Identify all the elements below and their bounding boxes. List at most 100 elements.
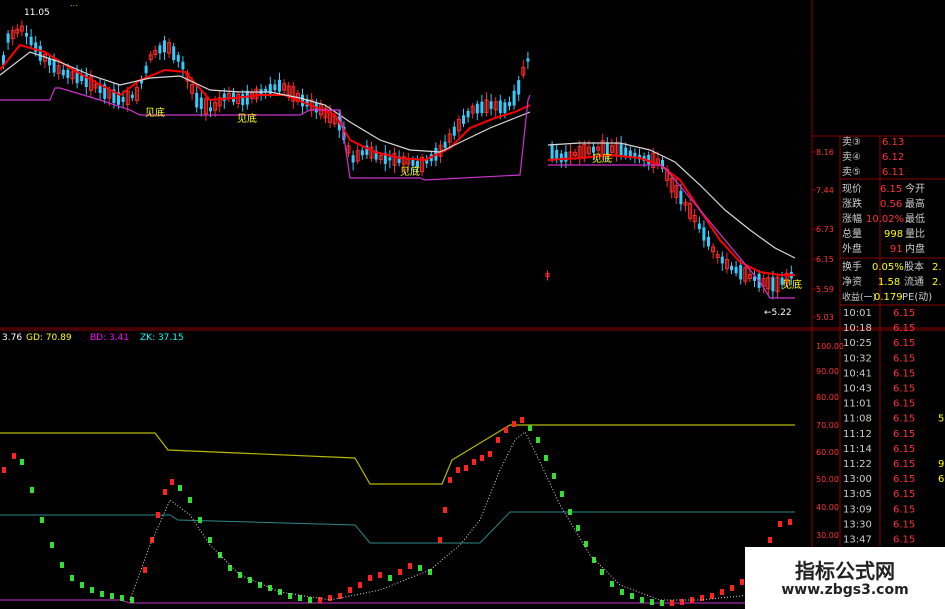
oscillator-bar bbox=[398, 569, 402, 575]
oscillator-bar bbox=[120, 595, 124, 601]
oscillator-bar bbox=[660, 600, 664, 606]
readout-zk: ZK: 37.15 bbox=[140, 333, 184, 343]
candle-body bbox=[6, 33, 10, 43]
candle-body bbox=[517, 80, 521, 95]
quote-label: 今开 bbox=[905, 182, 925, 195]
tick-time: 10:25 bbox=[843, 338, 872, 349]
candle-body bbox=[121, 97, 125, 102]
quote-row: 收益(一) 0.179 PE(动) bbox=[842, 291, 932, 303]
quote-label: 总量 bbox=[842, 227, 862, 240]
candle-body bbox=[278, 79, 281, 92]
candle-body bbox=[512, 90, 516, 106]
tick-price: 6.15 bbox=[893, 489, 915, 500]
oscillator-bar bbox=[730, 585, 734, 591]
candle-body bbox=[163, 40, 166, 53]
candle-body bbox=[489, 101, 493, 109]
candle-body bbox=[605, 142, 609, 155]
oscillator-bar bbox=[520, 417, 524, 423]
quote-label: 涨幅 bbox=[842, 212, 862, 225]
candle-body bbox=[241, 94, 245, 105]
candle-body bbox=[498, 100, 502, 114]
oscillator-bar bbox=[552, 473, 556, 479]
tick-price: 6.15 bbox=[893, 474, 915, 485]
oscillator-bar bbox=[720, 589, 724, 595]
sell-label: 卖⑤ bbox=[842, 166, 861, 178]
candle-body bbox=[592, 146, 595, 153]
quote-label: 涨跌 bbox=[842, 197, 862, 210]
tick-price: 6.15 bbox=[893, 459, 915, 470]
tick-volume: 6 bbox=[938, 474, 944, 485]
tick-time: 10:32 bbox=[843, 353, 872, 364]
quote-label: 内盘 bbox=[905, 242, 925, 255]
tick-price: 6.15 bbox=[893, 323, 915, 334]
candle-body bbox=[564, 151, 568, 162]
quote-value: 91 bbox=[890, 244, 903, 255]
quote-row: 涨跌 0.56 最高 bbox=[842, 197, 925, 210]
candle-body bbox=[351, 155, 355, 163]
tick-time: 13:09 bbox=[843, 504, 872, 515]
tick-price: 6.15 bbox=[893, 414, 915, 425]
oscillator-bar bbox=[680, 599, 684, 605]
indicator-axis-label: 80.00 bbox=[816, 393, 839, 402]
tick-time: 10:01 bbox=[843, 308, 872, 319]
quote-value: 10.02% bbox=[866, 214, 904, 225]
oscillator-bar bbox=[348, 587, 352, 593]
candle-body bbox=[466, 110, 470, 118]
candle-body bbox=[25, 32, 28, 37]
candle-body bbox=[158, 45, 162, 54]
quote-value: 2. bbox=[932, 277, 942, 288]
oscillator-bar bbox=[60, 562, 64, 568]
oscillator-bar bbox=[788, 519, 792, 525]
oscillator-bar bbox=[12, 453, 16, 459]
oscillator-bar bbox=[576, 525, 580, 531]
candle-body bbox=[443, 141, 447, 148]
sell-label: 卖③ bbox=[842, 136, 861, 148]
tick-time: 13:00 bbox=[843, 474, 872, 485]
candle-body bbox=[707, 236, 710, 247]
oscillator-bar bbox=[512, 421, 516, 427]
tick-price: 6.15 bbox=[893, 519, 915, 530]
high-price-marker: 11.05 bbox=[24, 8, 50, 18]
quote-label: 流通 bbox=[904, 275, 924, 288]
tick-time: 11:01 bbox=[843, 399, 872, 410]
quote-label: 净资 bbox=[842, 275, 862, 288]
signal-label: 见底 bbox=[145, 106, 165, 119]
tick-price: 6.15 bbox=[893, 399, 915, 410]
oscillator-bar bbox=[170, 479, 174, 485]
tick-time: 11:12 bbox=[843, 429, 872, 440]
tick-time: 13:47 bbox=[843, 535, 872, 546]
price-axis-label: 5.03 bbox=[816, 313, 834, 322]
tick-time: 10:43 bbox=[843, 384, 872, 395]
oscillator-bar bbox=[496, 437, 500, 443]
stock-chart-canvas[interactable]: 见底见底见底见底见底 11.05 ←5.22 ... 8.167.446.736… bbox=[0, 0, 945, 609]
tick-price: 6.15 bbox=[893, 384, 915, 395]
oscillator-bar bbox=[544, 455, 548, 461]
watermark-line1: 指标公式网 bbox=[795, 559, 895, 583]
oscillator-bar bbox=[640, 597, 644, 603]
candle-body bbox=[462, 115, 465, 124]
sell-value: 6.13 bbox=[882, 137, 904, 148]
price-axis-label: 6.73 bbox=[816, 225, 834, 234]
tick-price: 6.15 bbox=[893, 308, 915, 319]
oscillator-bar bbox=[110, 593, 114, 599]
oscillator-bar bbox=[428, 569, 432, 575]
tick-price: 6.15 bbox=[893, 368, 915, 379]
indicator-axis-label: 40.00 bbox=[816, 503, 839, 512]
oscillator-bar bbox=[248, 577, 252, 583]
indicator-axis-label: 90.00 bbox=[816, 367, 839, 376]
oscillator-bar bbox=[480, 455, 484, 461]
oscillator-bar bbox=[90, 587, 94, 593]
candle-body bbox=[628, 150, 632, 157]
indicator-axis-label: 30.00 bbox=[816, 531, 839, 540]
oscillator-bar bbox=[238, 572, 242, 578]
quote-label: 最低 bbox=[905, 212, 925, 225]
oscillator-bar bbox=[536, 437, 540, 443]
candle-body bbox=[526, 58, 530, 62]
watermark-line2: www.zbgs3.com bbox=[781, 582, 909, 598]
quote-label: 现价 bbox=[842, 183, 862, 195]
candle-body bbox=[480, 101, 484, 114]
oscillator-bar bbox=[488, 451, 492, 457]
oscillator-bar bbox=[318, 597, 322, 603]
tick-time: 11:22 bbox=[843, 459, 872, 470]
signal-label: 见底 bbox=[782, 278, 802, 291]
